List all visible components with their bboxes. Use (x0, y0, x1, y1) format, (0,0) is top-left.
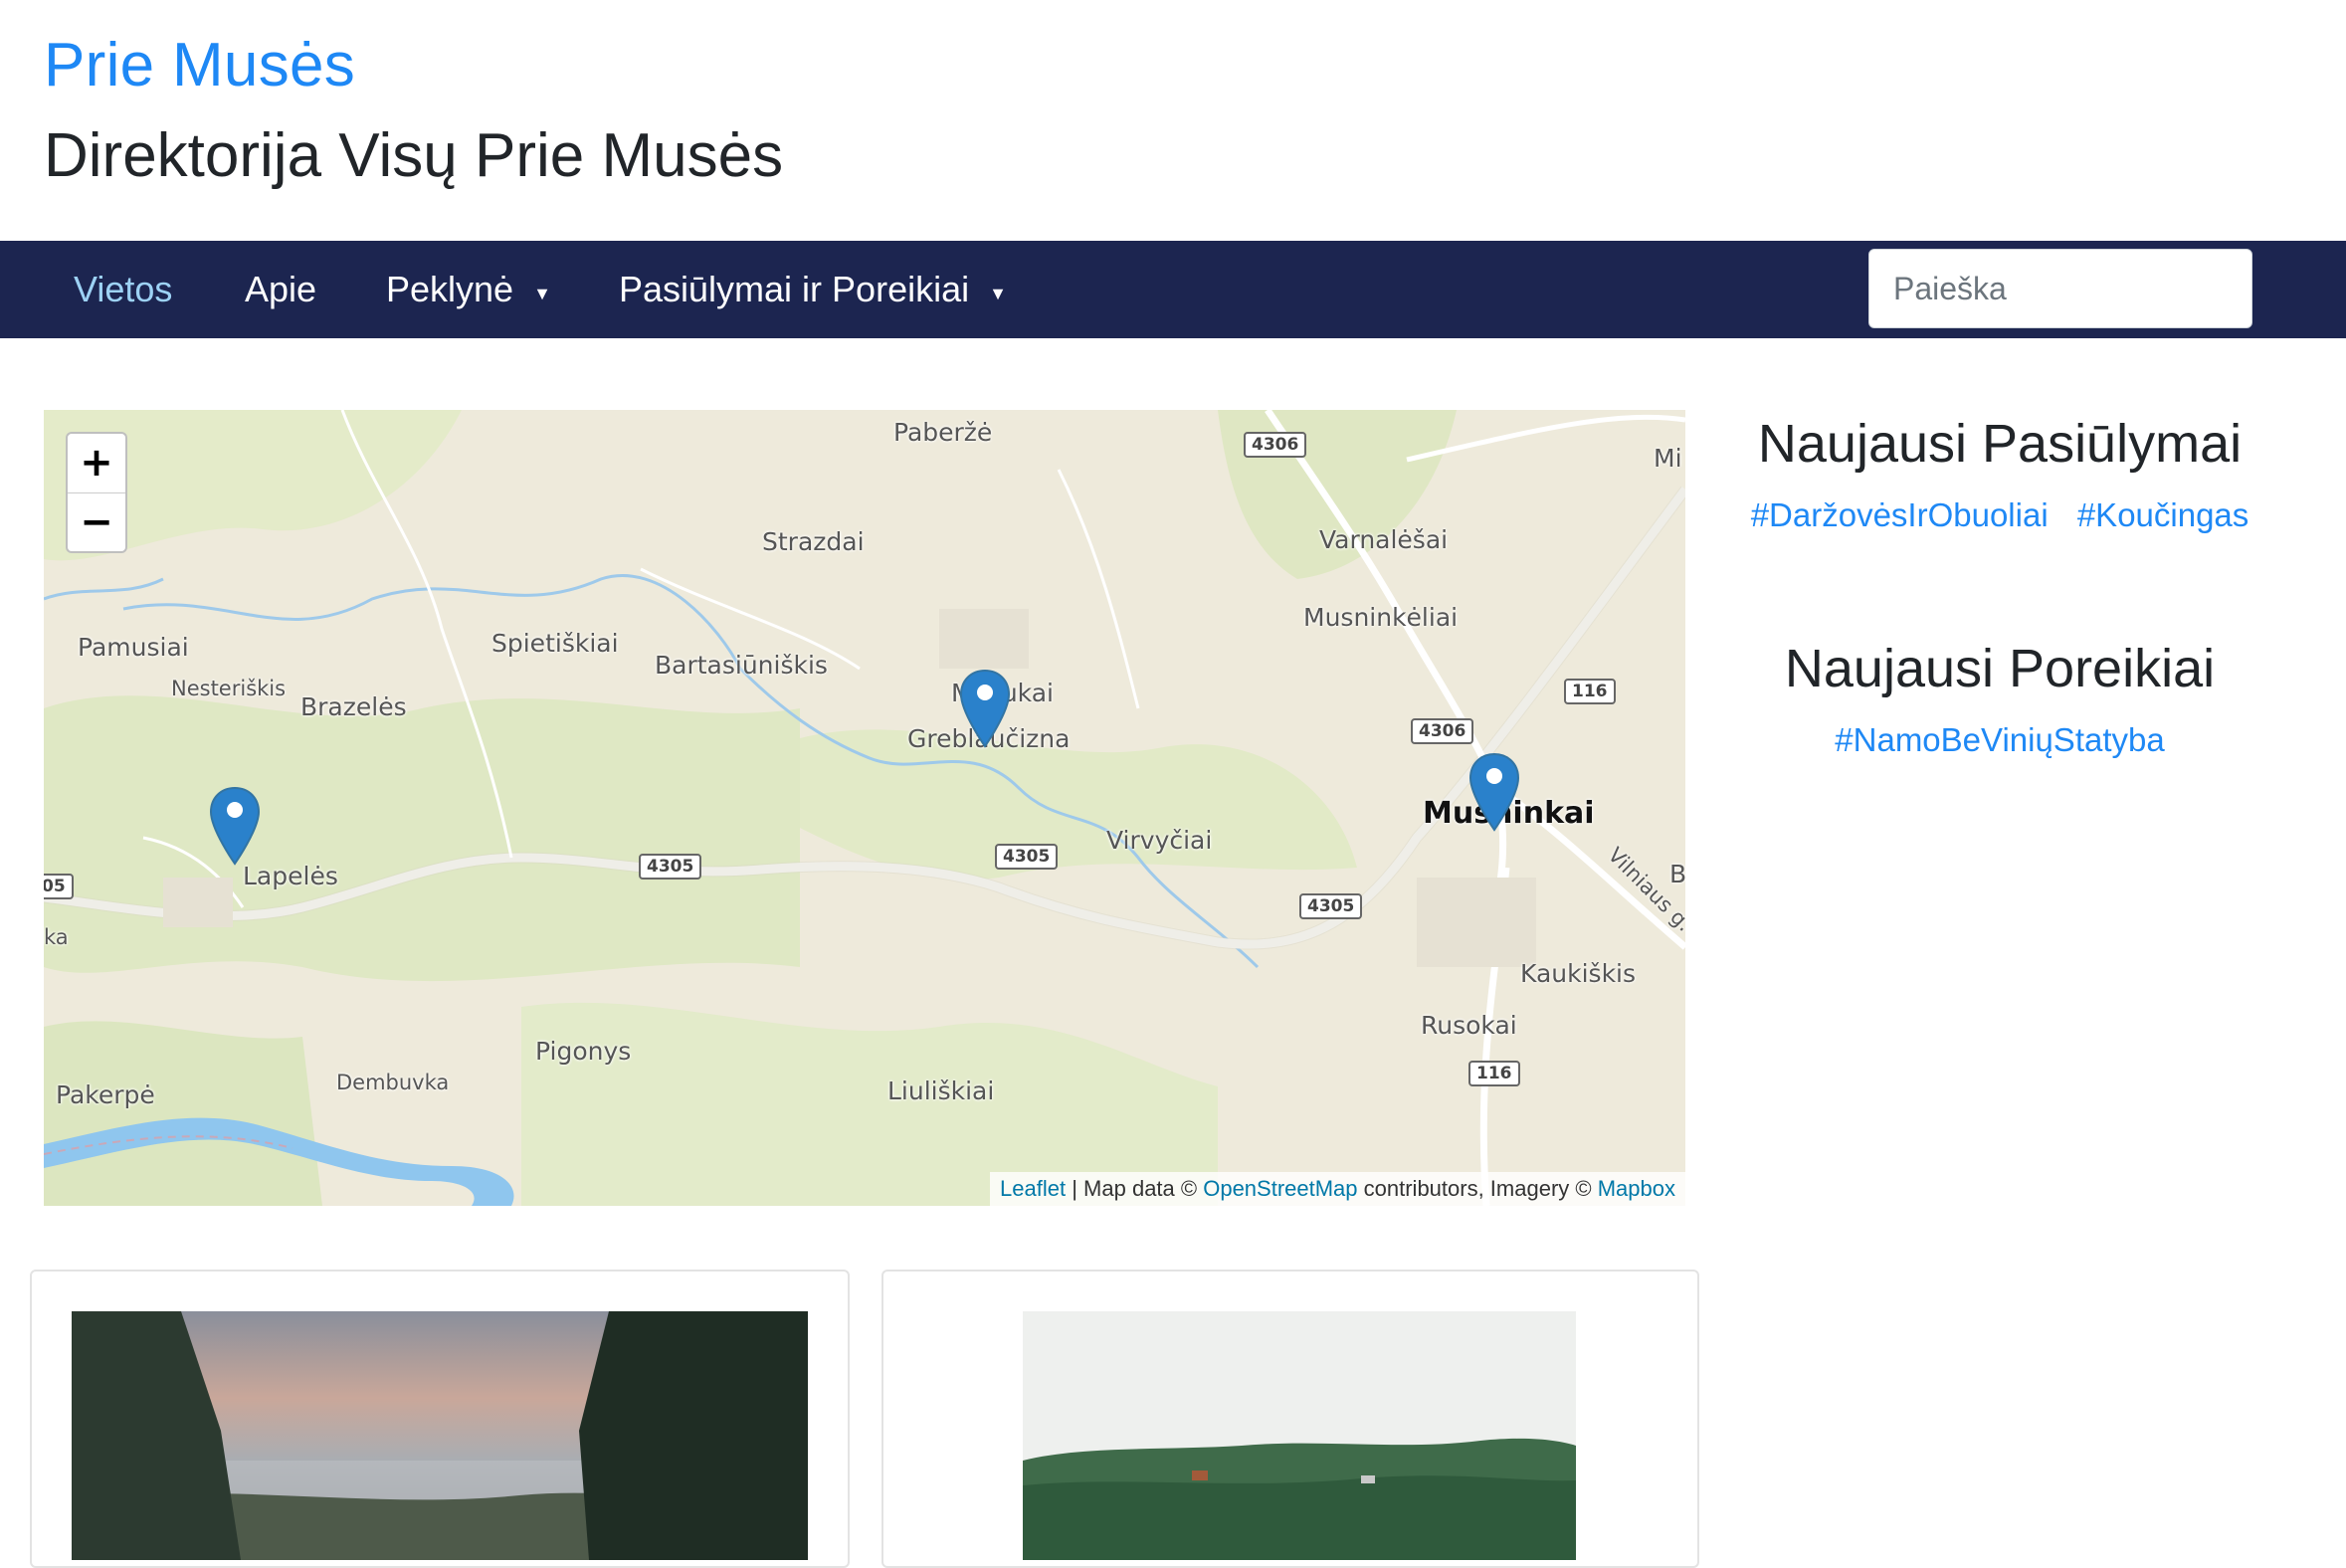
dropdown-caret-icon: ▼ (533, 284, 551, 304)
road-shield: 116 (1564, 679, 1616, 704)
map-label: B (1669, 860, 1685, 888)
map-attribution: Leaflet | Map data © OpenStreetMap contr… (990, 1172, 1685, 1206)
place-card[interactable] (881, 1270, 1699, 1568)
road-shield: 4305 (1299, 893, 1363, 919)
road-shield: 116 (1468, 1061, 1520, 1086)
nav-item-pasiulymai-ir-poreikiai[interactable]: Pasiūlymai ir Poreikiai ▼ (619, 241, 1007, 338)
nav-item-apie[interactable]: Apie (245, 241, 316, 338)
map-label: Spietiškiai (491, 629, 619, 658)
dropdown-caret-icon: ▼ (989, 284, 1007, 304)
map-label: Mi (1654, 444, 1682, 473)
map-marker-icon[interactable] (1468, 752, 1520, 832)
road-shield: 4306 (1411, 718, 1474, 744)
latest-needs-tags: #NamoBeViniųStatyba (1731, 718, 2268, 762)
nav-label: Peklynė (386, 269, 514, 309)
tag-link[interactable]: #DaržovėsIrObuoliai (1751, 496, 2049, 533)
nav-label: Vietos (74, 269, 173, 309)
map-label: Musninkėliai (1303, 603, 1459, 632)
openstreetmap-link[interactable]: OpenStreetMap (1203, 1176, 1357, 1201)
map-label: Strazdai (762, 527, 865, 556)
zoom-in-button[interactable]: + (68, 434, 125, 493)
map-label: Brazelės (300, 692, 407, 721)
map-label: Pamusiai (78, 633, 189, 662)
map-label: Bartasiūniškis (655, 651, 828, 680)
map-label: Pigonys (535, 1037, 632, 1066)
map-label: Pakerpė (56, 1080, 155, 1109)
map-label: Liuliškiai (887, 1077, 995, 1105)
place-card-image[interactable] (72, 1311, 808, 1560)
page-subtitle: Direktorija Visų Prie Musės (44, 121, 784, 190)
map-label: Kaukiškis (1520, 959, 1637, 988)
leaflet-link[interactable]: Leaflet (1000, 1176, 1066, 1201)
road-shield: 4305 (995, 844, 1059, 870)
attribution-text: contributors, Imagery © (1357, 1176, 1598, 1201)
map-marker-icon[interactable] (209, 786, 261, 866)
road-shield: 05 (44, 874, 74, 899)
map-label: Virvyčiai (1106, 826, 1213, 855)
zoom-out-button[interactable]: − (68, 493, 125, 551)
road-shield: 4306 (1244, 432, 1307, 458)
search-input[interactable] (1868, 249, 2252, 328)
map[interactable]: + − Paberžė Strazdai Varnalėšai Musninkė… (44, 410, 1685, 1206)
latest-offers-heading: Naujausi Pasiūlymai (1757, 414, 2243, 474)
map-label: Paberžė (893, 418, 993, 447)
latest-offers-tags: #DaržovėsIrObuoliai #Koučingas (1731, 493, 2268, 537)
road-shield: 4305 (639, 854, 702, 880)
place-card-image[interactable] (1023, 1311, 1576, 1560)
map-label: Rusokai (1421, 1011, 1517, 1040)
tag-link[interactable]: #Koučingas (2077, 496, 2248, 533)
nav-item-peklyne[interactable]: Peklynė ▼ (386, 241, 551, 338)
site-title[interactable]: Prie Musės (44, 26, 355, 105)
tag-link[interactable]: #NamoBeViniųStatyba (1835, 721, 2164, 758)
place-card[interactable] (30, 1270, 850, 1568)
nav-label: Apie (245, 269, 317, 309)
map-label: Dembuvka (336, 1071, 450, 1094)
latest-needs-heading: Naujausi Poreikiai (1784, 639, 2216, 698)
mapbox-link[interactable]: Mapbox (1598, 1176, 1675, 1201)
attribution-text: | Map data © (1066, 1176, 1204, 1201)
map-label: Nesteriškis (171, 677, 287, 700)
nav-label: Pasiūlymai ir Poreikiai (619, 269, 970, 309)
map-label: Varnalėšai (1319, 525, 1449, 554)
nav-item-vietos[interactable]: Vietos (74, 241, 172, 338)
map-marker-icon[interactable] (959, 669, 1011, 748)
map-label: ka (44, 925, 69, 949)
zoom-control: + − (66, 432, 127, 553)
map-label: Lapelės (243, 862, 338, 890)
